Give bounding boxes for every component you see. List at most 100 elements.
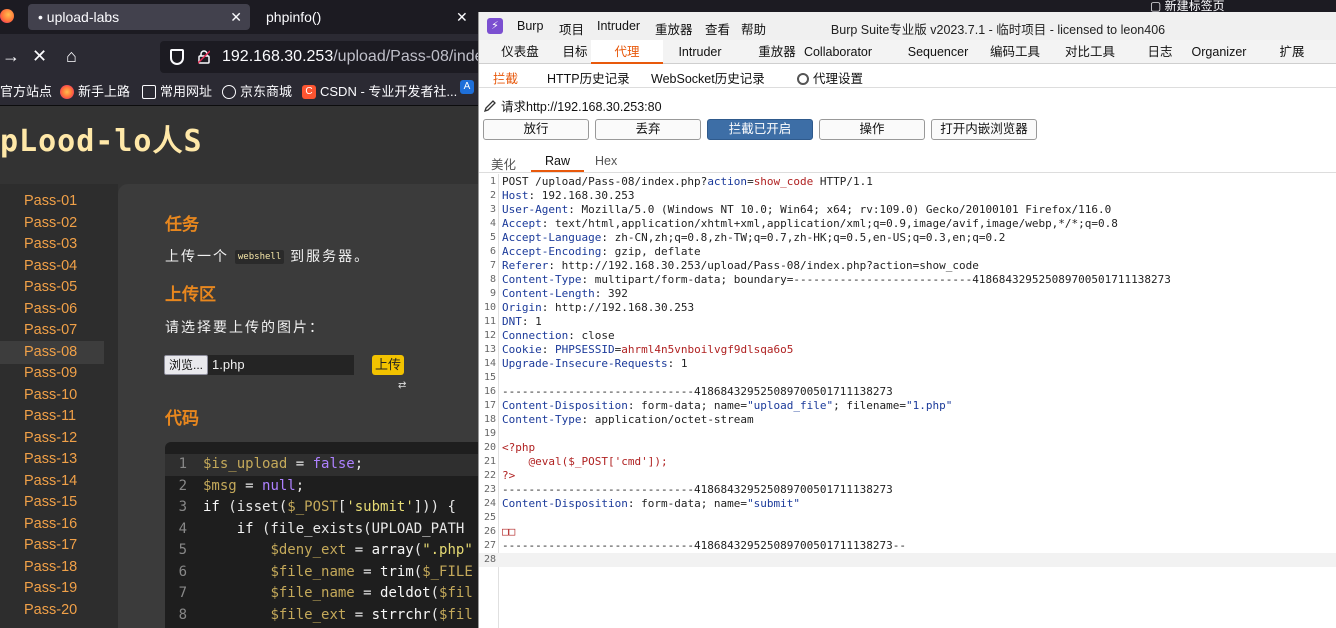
forward-icon[interactable]: → <box>2 46 20 66</box>
tab-phpinfo[interactable]: phpinfo() ✕ <box>262 4 472 30</box>
nav-item-pass-11[interactable]: Pass-11 <box>0 405 104 428</box>
line-number: 3 <box>178 499 187 515</box>
close-icon[interactable]: ✕ <box>456 4 468 30</box>
request-token: "upload_file" <box>747 399 834 412</box>
task-text-before: 上传一个 <box>165 248 229 264</box>
request-token: ?> <box>502 469 516 482</box>
request-line: 3 User-Agent: Mozilla/5.0 (Windows NT 10.… <box>479 203 1336 217</box>
main-tab-11[interactable]: 扩展 <box>1267 40 1317 64</box>
action-button-2[interactable]: 拦截已开启 <box>707 119 813 140</box>
nav-item-pass-15[interactable]: Pass-15 <box>0 491 104 514</box>
main-tab-7[interactable]: 编码工具 <box>979 40 1051 64</box>
nav-item-pass-19[interactable]: Pass-19 <box>0 577 104 600</box>
nav-item-pass-10[interactable]: Pass-10 <box>0 384 104 407</box>
line-text: Accept-Encoding: gzip, deflate <box>502 245 701 259</box>
file-input[interactable]: 浏览... 1.php <box>164 355 354 375</box>
code-token: ( <box>413 542 423 558</box>
view-tab-2[interactable]: Hex <box>595 154 617 168</box>
sub-tab-3[interactable]: 代理设置 <box>797 68 863 87</box>
request-line: 7 Referer: http://192.168.30.253/upload/P… <box>479 259 1336 273</box>
action-button-1[interactable]: 丢弃 <box>595 119 701 140</box>
code-token: $file_name <box>270 563 355 580</box>
request-target: 请求http://192.168.30.253:80 <box>483 96 662 115</box>
browse-button[interactable]: 浏览... <box>164 355 209 375</box>
nav-item-pass-04[interactable]: Pass-04 <box>0 255 104 278</box>
main-tab-2[interactable]: 代理 <box>591 40 663 64</box>
nav-item-pass-03[interactable]: Pass-03 <box>0 233 104 256</box>
home-icon[interactable]: ⌂ <box>66 46 77 66</box>
bookmark-csdn[interactable]: C CSDN - 专业开发者社... <box>302 80 457 104</box>
main-tab-0[interactable]: 仪表盘 <box>483 40 557 64</box>
bookmark-common-sites[interactable]: 常用网址 <box>142 80 212 104</box>
lock-icon[interactable] <box>198 50 210 64</box>
upload-prompt: 请选择要上传的图片： <box>165 319 325 335</box>
raw-request-editor[interactable]: 1 POST /upload/Pass-08/index.php?action=s… <box>479 174 1336 628</box>
nav-item-pass-07[interactable]: Pass-07 <box>0 319 104 342</box>
main-tab-6[interactable]: Sequencer <box>895 40 981 64</box>
nav-item-pass-13[interactable]: Pass-13 <box>0 448 104 471</box>
request-token: Content-Disposition <box>502 399 628 412</box>
burp-window: ⚡ Burp 项目 Intruder 重放器 查看 帮助 Burp Suite专业版 v2… <box>478 12 1336 628</box>
line-text: □□ <box>502 525 515 539</box>
line-number: 4 <box>178 520 187 537</box>
translate-icon[interactable]: ⇄ <box>398 380 414 396</box>
tab-upload-labs[interactable]: • upload-labs ✕ <box>28 4 250 30</box>
nav-item-pass-05[interactable]: Pass-05 <box>0 276 104 299</box>
url-bar[interactable]: 192.168.30.253/upload/Pass-08/index. <box>160 41 480 73</box>
sub-tab-0[interactable]: 拦截 <box>493 68 518 87</box>
bookmark-official[interactable]: 官方站点 <box>0 80 52 104</box>
line-number: 21 <box>483 456 496 467</box>
nav-item-pass-20[interactable]: Pass-20 <box>0 599 104 622</box>
nav-item-pass-02[interactable]: Pass-02 <box>0 212 104 235</box>
nav-item-pass-09[interactable]: Pass-09 <box>0 362 104 385</box>
nav-item-pass-18[interactable]: Pass-18 <box>0 556 104 579</box>
bookmark-more[interactable]: A <box>460 80 474 94</box>
line-number: 5 <box>178 542 187 558</box>
main-tab-5[interactable]: Collaborator <box>797 40 879 64</box>
request-token: POST /upload/Pass-08/index.php? <box>502 175 708 188</box>
request-token: : <box>541 343 555 356</box>
action-button-0[interactable]: 放行 <box>483 119 589 140</box>
code-token: $deny_ext <box>270 542 347 558</box>
line-number: 8 <box>489 274 496 285</box>
tab-label: • upload-labs <box>38 9 120 25</box>
nav-item-pass-01[interactable]: Pass-01 <box>0 190 104 213</box>
close-icon[interactable]: ✕ <box>230 4 242 30</box>
main-tab-3[interactable]: Intruder <box>663 40 737 64</box>
line-text: <?php <box>502 441 535 455</box>
view-tab-0[interactable]: 美化 <box>491 154 516 173</box>
main-tab-8[interactable]: 对比工具 <box>1053 40 1127 64</box>
request-token: : Mozilla/5.0 (Windows NT 10.0; Win64; x… <box>568 203 1112 216</box>
nav-item-pass-12[interactable]: Pass-12 <box>0 427 104 450</box>
action-button-3[interactable]: 操作 <box>819 119 925 140</box>
upload-button[interactable]: 上传 <box>372 355 404 375</box>
site-logo[interactable]: pLood-lo人S <box>0 116 203 160</box>
nav-item-pass-14[interactable]: Pass-14 <box>0 470 104 493</box>
line-text: DNT: 1 <box>502 315 542 329</box>
request-token: □□ <box>502 525 516 538</box>
nav-item-pass-16[interactable]: Pass-16 <box>0 513 104 536</box>
request-token: Accept <box>502 217 542 230</box>
main-tab-10[interactable]: Organizer <box>1183 40 1255 64</box>
bookmark-jd[interactable]: 京东商城 <box>222 80 292 104</box>
line-text: Host: 192.168.30.253 <box>502 189 634 203</box>
nav-item-pass-08[interactable]: Pass-08 <box>0 340 104 364</box>
main-tab-9[interactable]: 日志 <box>1137 40 1183 64</box>
line-number: 1 <box>489 176 496 187</box>
nav-item-pass-17[interactable]: Pass-17 <box>0 534 104 557</box>
shield-icon[interactable] <box>170 49 184 65</box>
request-token: : form-data; name= <box>627 497 748 510</box>
code-token: ; <box>354 456 364 472</box>
nav-item-pass-06[interactable]: Pass-06 <box>0 298 104 321</box>
sub-tab-1[interactable]: HTTP历史记录 <box>547 68 630 87</box>
pencil-icon[interactable] <box>483 99 497 113</box>
task-text: 上传一个 webshell 到服务器。 <box>165 246 370 266</box>
bookmark-getting-started[interactable]: 新手上路 <box>60 80 130 104</box>
folder-icon <box>142 85 156 99</box>
action-button-4[interactable]: 打开内嵌浏览器 <box>931 119 1037 140</box>
new-tab-fragment[interactable]: ▢ 新建标签页 <box>1150 0 1336 12</box>
stop-icon[interactable]: ✕ <box>32 46 47 66</box>
sub-tab-2[interactable]: WebSocket历史记录 <box>651 68 765 87</box>
view-tab-1[interactable]: Raw <box>531 154 585 172</box>
line-text: -----------------------------41868432952… <box>502 385 893 399</box>
